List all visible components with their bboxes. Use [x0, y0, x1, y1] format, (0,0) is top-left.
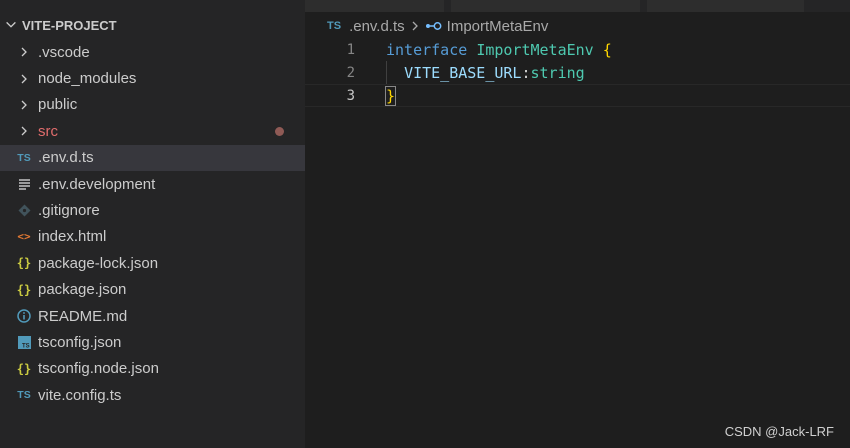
tree-item-label: README.md: [38, 307, 128, 325]
editor-tab[interactable]: [305, 0, 445, 12]
tree-item-label: package.json: [38, 281, 127, 299]
breadcrumb-file[interactable]: .env.d.ts: [349, 18, 405, 35]
tree-item-label: package-lock.json: [38, 254, 159, 272]
keyword-token: interface: [386, 40, 468, 59]
tree-file-env-development[interactable]: .env.development: [0, 171, 305, 197]
tsconfig-file-icon: TS: [16, 334, 32, 350]
chevron-down-icon: [6, 21, 16, 28]
indent-guide: [386, 61, 387, 84]
tree-file-env-d-ts[interactable]: TS .env.d.ts: [0, 144, 305, 171]
typescript-file-icon: TS: [17, 389, 31, 402]
file-tree: .vscode node_modules public src TS .env.…: [0, 39, 305, 408]
editor-tab-strip: [305, 0, 850, 12]
tree-item-label: index.html: [38, 228, 107, 246]
tree-item-label: node_modules: [38, 70, 137, 88]
json-file-icon: {}: [16, 256, 32, 271]
chevron-right-icon: [21, 100, 27, 110]
project-title: VITE-PROJECT: [22, 17, 117, 33]
typescript-file-icon: TS: [327, 20, 342, 32]
tree-file-readme-md[interactable]: README.md: [0, 303, 305, 329]
tree-item-label: vite.config.ts: [38, 386, 122, 404]
code-text: VITE_BASE_URL:string: [386, 64, 585, 82]
colon-token: :: [521, 63, 531, 82]
code-text: interface ImportMetaEnv {: [386, 41, 612, 59]
breadcrumb: TS .env.d.ts ImportMetaEnv: [305, 14, 850, 38]
tree-folder-public[interactable]: public: [0, 92, 305, 118]
tree-item-label: tsconfig.node.json: [38, 360, 159, 378]
line-number: 1: [346, 41, 355, 58]
tree-folder-node-modules[interactable]: node_modules: [0, 65, 305, 91]
tree-item-label: public: [38, 96, 78, 114]
code-line-current[interactable]: 3 }: [305, 84, 850, 107]
property-token: VITE_BASE_URL: [404, 63, 522, 82]
tree-item-label: .env.d.ts: [38, 149, 94, 167]
chevron-right-icon: [21, 126, 27, 136]
tree-file-vite-config-ts[interactable]: TS vite.config.ts: [0, 382, 305, 408]
tree-file-package-json[interactable]: {} package.json: [0, 277, 305, 303]
tree-item-label: tsconfig.json: [38, 333, 122, 351]
brace-token: }: [384, 85, 397, 106]
editor-tab[interactable]: [647, 0, 805, 12]
breadcrumb-symbol[interactable]: ImportMetaEnv: [447, 18, 549, 35]
brace-token: {: [602, 40, 612, 59]
tree-item-label: src: [38, 122, 58, 140]
git-file-icon: [16, 203, 32, 219]
chevron-right-icon: [412, 21, 418, 31]
code-text: }: [384, 85, 397, 106]
text-lines-file-icon: [16, 176, 32, 192]
tree-item-label: .gitignore: [38, 202, 100, 220]
json-file-icon: {}: [16, 282, 32, 297]
tree-file-tsconfig-json[interactable]: TS tsconfig.json: [0, 329, 305, 355]
typescript-file-icon: TS: [17, 151, 31, 164]
line-number: 3: [346, 87, 355, 104]
json-file-icon: {}: [16, 361, 32, 376]
tree-file-tsconfig-node-json[interactable]: {} tsconfig.node.json: [0, 356, 305, 382]
tree-file-gitignore[interactable]: .gitignore: [0, 197, 305, 223]
tree-item-label: .vscode: [38, 43, 90, 61]
code-line[interactable]: 1 interface ImportMetaEnv {: [305, 38, 850, 61]
tree-file-index-html[interactable]: <> index.html: [0, 224, 305, 250]
interface-symbol-icon: [425, 22, 442, 30]
explorer-project-header[interactable]: VITE-PROJECT: [0, 14, 305, 36]
tree-folder-vscode[interactable]: .vscode: [0, 39, 305, 65]
modified-dot-icon: [275, 127, 284, 137]
chevron-right-icon: [21, 47, 27, 57]
editor-tab[interactable]: [451, 0, 641, 12]
html-file-icon: <>: [17, 230, 31, 244]
watermark: CSDN @Jack-LRF: [724, 424, 834, 439]
info-file-icon: [16, 308, 32, 324]
explorer-sidebar: VITE-PROJECT .vscode node_modules public…: [0, 0, 305, 448]
type-name-token: ImportMetaEnv: [476, 40, 594, 59]
tree-folder-src[interactable]: src: [0, 118, 305, 144]
tree-item-label: .env.development: [38, 175, 156, 193]
tree-file-package-lock-json[interactable]: {} package-lock.json: [0, 250, 305, 276]
type-token: string: [530, 63, 585, 82]
chevron-right-icon: [21, 74, 27, 84]
line-number: 2: [346, 64, 355, 81]
svg-text:TS: TS: [22, 343, 30, 349]
